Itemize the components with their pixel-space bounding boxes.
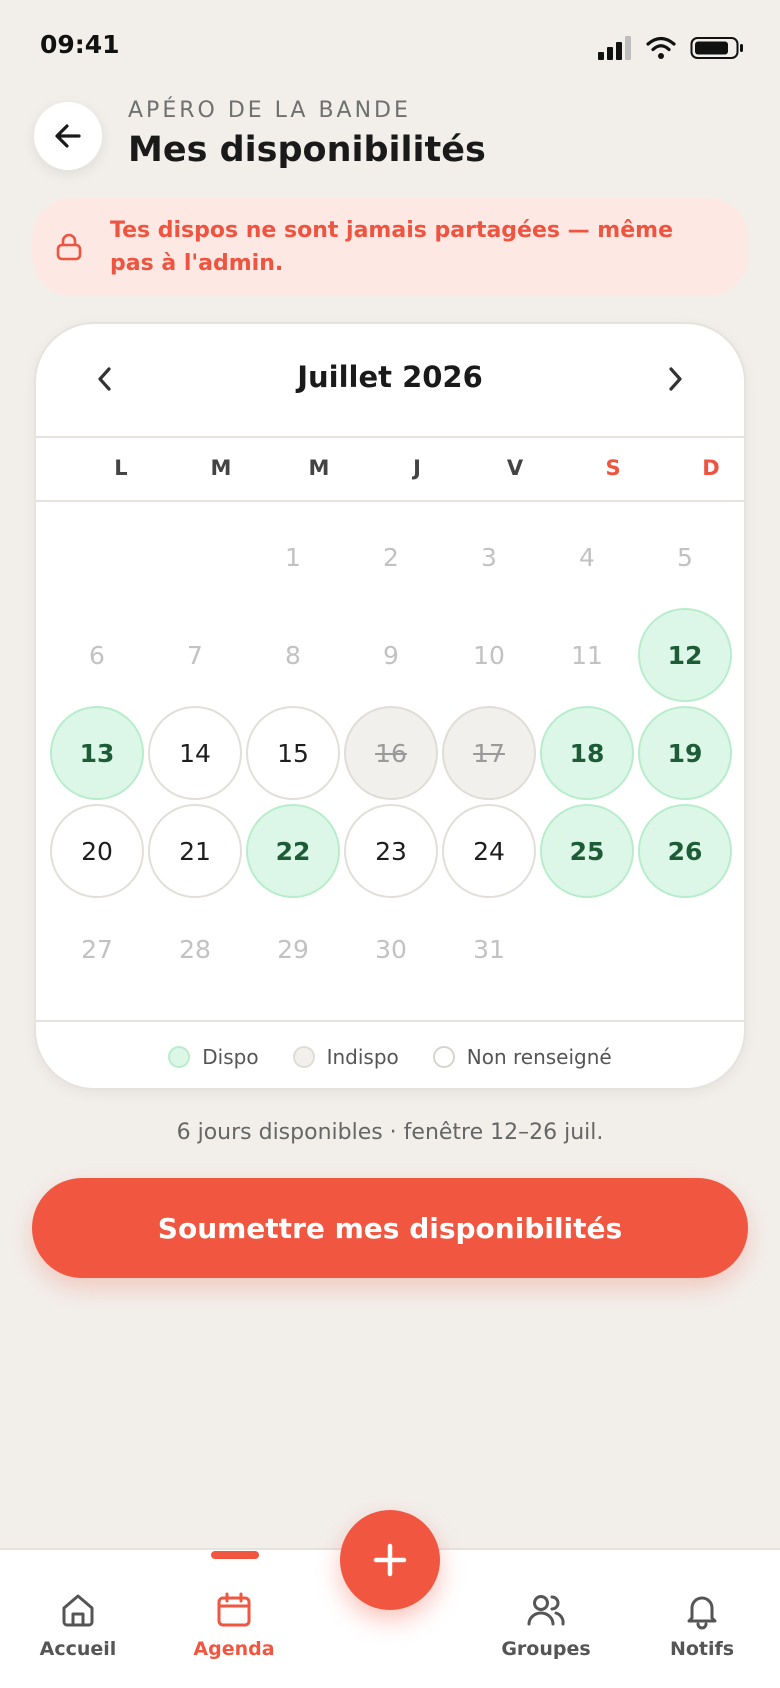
weekday-label: J (413, 456, 421, 480)
calendar-day: 8 (285, 640, 301, 670)
lock-icon (56, 233, 100, 261)
calendar-grid: 1 2 3 4 5 6 7 8 9 10 11 12 13 14 15 16 1… (36, 502, 744, 1006)
page-title: Mes disponibilités (128, 130, 486, 170)
back-button[interactable] (34, 102, 102, 170)
calendar-day: 28 (179, 934, 211, 964)
calendar-day-available[interactable]: 26 (638, 804, 732, 898)
group-name: APÉRO DE LA BANDE (128, 98, 411, 123)
calendar-card: Juillet 2026 L M M J V S D 1 2 3 4 5 6 7… (34, 322, 746, 1090)
calendar-day-unanswered[interactable]: 20 (50, 804, 144, 898)
cellular-signal-icon (598, 36, 631, 60)
status-bar: 09:41 (0, 0, 780, 90)
calendar-day-available[interactable]: 25 (540, 804, 634, 898)
calendar-day-unanswered[interactable]: 23 (344, 804, 438, 898)
calendar-day: 4 (579, 542, 595, 572)
weekday-label: M (308, 456, 330, 480)
weekday-label: S (605, 456, 621, 480)
calendar-day: 30 (375, 934, 407, 964)
calendar-day-available[interactable]: 13 (50, 706, 144, 800)
calendar-header: Juillet 2026 (36, 324, 744, 436)
bell-icon (687, 1596, 717, 1630)
calendar-day-unavailable[interactable]: 17 (442, 706, 536, 800)
legend-unanswered-swatch (432, 1046, 455, 1068)
tab-home[interactable]: Accueil (8, 1590, 148, 1660)
calendar-day: 11 (571, 640, 603, 670)
calendar-day-unanswered[interactable]: 14 (148, 706, 242, 800)
privacy-note: Tes dispos ne sont jamais partagées — mê… (32, 198, 748, 296)
tab-home-label: Accueil (39, 1638, 117, 1660)
tab-groups[interactable]: Groupes (476, 1590, 616, 1660)
legend-indispo-swatch (292, 1046, 315, 1068)
legend-unanswered: Non renseigné (432, 1045, 612, 1069)
calendar-day: 10 (473, 640, 505, 670)
calendar-day-available[interactable]: 19 (638, 706, 732, 800)
tab-agenda-label: Agenda (193, 1638, 275, 1660)
weekday-label: D (702, 456, 720, 480)
tab-notifs-label: Notifs (669, 1638, 735, 1660)
legend-dispo: Dispo (168, 1045, 259, 1069)
calendar-icon (217, 1592, 251, 1627)
weekday-header: L M M J V S D (36, 436, 744, 502)
users-icon (527, 1595, 565, 1626)
chevron-right-icon (669, 367, 682, 391)
wifi-icon (646, 36, 676, 59)
submit-availability-button[interactable]: Soumettre mes disponibilités (32, 1178, 748, 1278)
calendar-day: 5 (677, 542, 693, 572)
calendar-day-unanswered[interactable]: 15 (246, 706, 340, 800)
calendar-legend: Dispo Indispo Non renseigné (36, 1020, 744, 1088)
arrow-left-icon (55, 124, 81, 148)
calendar-day: 1 (285, 542, 301, 572)
active-tab-indicator (211, 1551, 259, 1559)
calendar-day: 31 (473, 934, 505, 964)
legend-dispo-label: Dispo (202, 1045, 259, 1069)
weekday-label: L (114, 456, 128, 480)
legend-unanswered-label: Non renseigné (466, 1045, 612, 1069)
weekday-label: V (506, 456, 524, 480)
calendar-day-unanswered[interactable]: 21 (148, 804, 242, 898)
legend-indispo-label: Indispo (326, 1045, 399, 1069)
tab-notifs[interactable]: Notifs (632, 1590, 772, 1660)
home-icon (62, 1594, 94, 1627)
month-label: Juillet 2026 (297, 360, 483, 394)
calendar-day: 3 (481, 542, 497, 572)
privacy-note-text: Tes dispos ne sont jamais partagées — mê… (110, 218, 673, 276)
availability-summary: 6 jours disponibles · fenêtre 12–26 juil… (176, 1120, 604, 1145)
calendar-day-unavailable[interactable]: 16 (344, 706, 438, 800)
calendar-day: 9 (383, 640, 399, 670)
calendar-day: 2 (383, 542, 399, 572)
calendar-day: 7 (187, 640, 203, 670)
legend-dispo-swatch (168, 1046, 191, 1068)
battery-icon (690, 37, 743, 59)
status-icons (598, 36, 744, 60)
calendar-day-available[interactable]: 18 (540, 706, 634, 800)
tab-agenda[interactable]: Agenda (164, 1590, 304, 1660)
weekday-label: M (210, 456, 232, 480)
calendar-day: 6 (89, 640, 105, 670)
calendar-day: 27 (81, 934, 113, 964)
tab-groups-label: Groupes (501, 1638, 591, 1660)
calendar-day: 29 (277, 934, 309, 964)
calendar-day-available[interactable]: 12 (638, 608, 732, 702)
plus-icon (373, 1543, 407, 1577)
status-time: 09:41 (40, 30, 120, 59)
calendar-day-available[interactable]: 22 (246, 804, 340, 898)
add-button[interactable] (340, 1510, 440, 1610)
calendar-day-unanswered[interactable]: 24 (442, 804, 536, 898)
legend-indispo: Indispo (292, 1045, 399, 1069)
next-month-button[interactable] (650, 354, 700, 404)
